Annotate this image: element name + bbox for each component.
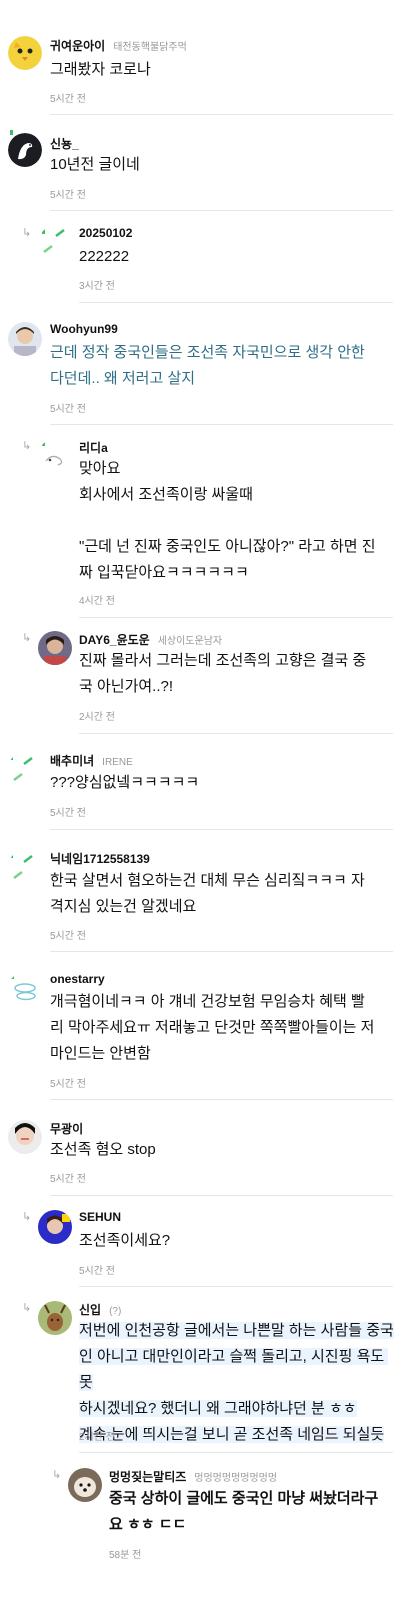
timestamp: 2시간 전 [79, 712, 115, 723]
deer-avatar[interactable] [38, 1301, 72, 1335]
nickname[interactable]: Woohyun99 [50, 322, 118, 336]
reply-arrow-icon: ↳ [22, 227, 32, 239]
divider [79, 733, 393, 734]
comment-text: 맞아요 회사에서 조선족이랑 싸울때 "근데 넌 진짜 중국인도 아니잖아?" … [79, 460, 376, 581]
divider [50, 1195, 393, 1196]
timestamp: 5시간 전 [50, 808, 86, 819]
timestamp: 5시간 전 [50, 1174, 86, 1185]
nickname[interactable]: SEHUN [79, 1210, 121, 1224]
timestamp: 5시간 전 [50, 931, 86, 942]
title-badge: 태전동핵불닭주먹 [113, 42, 187, 53]
nickname[interactable]: DAY6_윤도운 세상이도운남자 [79, 631, 222, 648]
comment-text: 그래봤자 코로나 [50, 61, 151, 78]
timestamp: 5시간 전 [50, 1079, 86, 1090]
comment-text: 개극혐이네ㅋㅋ 아 걔네 건강보험 무임승차 혜택 빨 리 막아주세요ㅠ 저래놓… [50, 993, 375, 1062]
comment-text: 222222 [79, 248, 130, 265]
highlighted-text: 저번에 인천공항 글에서는 나쁜말 하는 사람들 중국 인 아니고 대만인이라고… [79, 1322, 394, 1443]
divider [50, 210, 393, 211]
comment-text: 진짜 몰라서 그러는데 조선족의 고향은 결국 중 국 아닌가여..?! [79, 652, 367, 695]
comment-text: 조선족이세요? [79, 1232, 171, 1249]
title-badge: 세상이도운남자 [157, 636, 223, 647]
reply-arrow-icon: ↳ [22, 632, 32, 644]
divider [50, 114, 393, 115]
comment-text: 중국 상하이 글에도 중국인 마냥 써놨더라구 요 ㅎㅎ ㄷㄷ [109, 1490, 379, 1533]
dog-avatar[interactable] [68, 1468, 102, 1502]
title-badge: 멍멍멍멍멍멍멍멍멍 [194, 1473, 278, 1484]
nickname[interactable]: 귀여운아이 태전동핵불닭주먹 [50, 37, 187, 54]
nickname[interactable]: 신뇽_ [50, 135, 79, 152]
nickname[interactable]: 무광이 [50, 1120, 83, 1137]
pinwheel-avatar[interactable] [8, 850, 42, 884]
person-avatar[interactable] [8, 322, 42, 356]
nickname[interactable]: 멍멍짖는말티즈 멍멍멍멍멍멍멍멍멍 [109, 1468, 277, 1485]
timestamp: 5시간 전 [79, 1266, 115, 1277]
comment-text: ???양심없넼ㅋㅋㅋㅋㅋ [50, 774, 200, 791]
nickname[interactable]: onestarry [50, 972, 105, 986]
title-badge: IRENE [102, 757, 133, 768]
reply-arrow-icon: ↳ [22, 440, 32, 452]
nickname[interactable]: 리디a [79, 439, 108, 456]
help-icon[interactable]: (?) [109, 1306, 121, 1317]
comment-text: 저번에 인천공항 글에서는 나쁜말 하는 사람들 중국 인 아니고 대만인이라고… [79, 1318, 397, 1448]
divider [50, 951, 393, 952]
timestamp: 5시간 전 [50, 190, 86, 201]
swan-avatar[interactable] [8, 133, 42, 167]
divider [50, 829, 393, 830]
comment-text: 10년전 글이네 [50, 156, 140, 173]
timestamp: 2시간 전 [79, 1432, 115, 1443]
pinwheel-avatar[interactable] [38, 226, 72, 260]
cloud-avatar[interactable] [8, 972, 42, 1006]
reply-arrow-icon: ↳ [22, 1302, 32, 1314]
nickname[interactable]: 배추미녀 IRENE [50, 752, 133, 769]
timestamp: 4시간 전 [79, 596, 115, 607]
comment-text: 한국 살면서 혐오하는건 대체 무슨 심리짘ㅋㅋㅋ 자 격지심 있는건 알겠네요 [50, 872, 365, 915]
timestamp: 58분 전 [109, 1550, 142, 1561]
nickname[interactable]: 신입 (?) [79, 1301, 121, 1318]
chick-avatar[interactable] [8, 36, 42, 70]
divider [50, 424, 393, 425]
reply-arrow-icon: ↳ [22, 1211, 32, 1223]
divider [79, 1452, 393, 1453]
pinwheel-avatar[interactable] [8, 752, 42, 786]
person-avatar[interactable] [8, 1120, 42, 1154]
reply-arrow-icon: ↳ [52, 1469, 62, 1481]
nickname[interactable]: 20250102 [79, 226, 132, 240]
divider [79, 1286, 393, 1287]
divider [50, 1099, 393, 1100]
green-mark-icon [10, 130, 13, 135]
divider [79, 617, 393, 618]
nickname[interactable]: 닉네임1712558139 [50, 850, 150, 867]
divider [79, 302, 393, 303]
comment-text: 근데 정작 중국인들은 조선족 자국민으로 생각 안한 다던데.. 왜 저러고 … [50, 344, 365, 387]
timestamp: 5시간 전 [50, 94, 86, 105]
comment-text: 조선족 혐오 stop [50, 1141, 156, 1158]
timestamp: 3시간 전 [79, 281, 115, 292]
sketch-avatar[interactable] [38, 439, 72, 473]
person-avatar[interactable] [38, 631, 72, 665]
person-avatar[interactable] [38, 1210, 72, 1244]
timestamp: 5시간 전 [50, 404, 86, 415]
